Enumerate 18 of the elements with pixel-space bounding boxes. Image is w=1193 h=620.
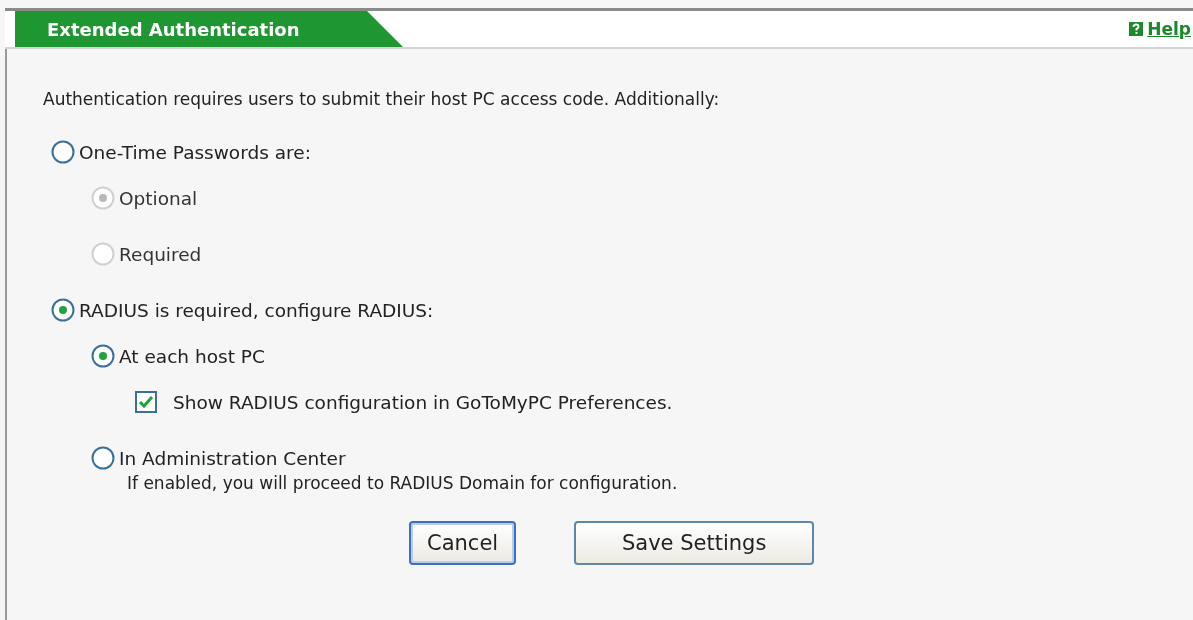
save-button[interactable]: Save Settings bbox=[574, 521, 815, 565]
radio-button[interactable] bbox=[91, 446, 115, 470]
cancel-button[interactable]: Cancel bbox=[409, 521, 517, 565]
radio-button[interactable] bbox=[51, 140, 75, 164]
option-label: Show RADIUS configuration in GoToMyPC Preferences. bbox=[173, 391, 673, 413]
help-icon bbox=[1129, 22, 1144, 36]
option-label: Optional bbox=[119, 187, 198, 209]
radio-button[interactable] bbox=[91, 344, 115, 368]
option-label: RADIUS is required, configure RADIUS: bbox=[79, 299, 434, 321]
option-note: If enabled, you will proceed to RADIUS Domain for configuration. bbox=[127, 473, 679, 493]
option-label: At each host PC bbox=[119, 345, 265, 367]
option-label: Required bbox=[119, 243, 202, 265]
radio-button[interactable] bbox=[51, 298, 75, 322]
intro-text: Authentication requires users to submit their host PC access code. Additionally: bbox=[43, 89, 721, 109]
option-label: In Administration Center bbox=[119, 447, 346, 469]
checkbox[interactable] bbox=[135, 391, 157, 413]
help-link[interactable]: Help bbox=[1129, 11, 1191, 47]
option-label: One-Time Passwords are: bbox=[79, 141, 311, 163]
